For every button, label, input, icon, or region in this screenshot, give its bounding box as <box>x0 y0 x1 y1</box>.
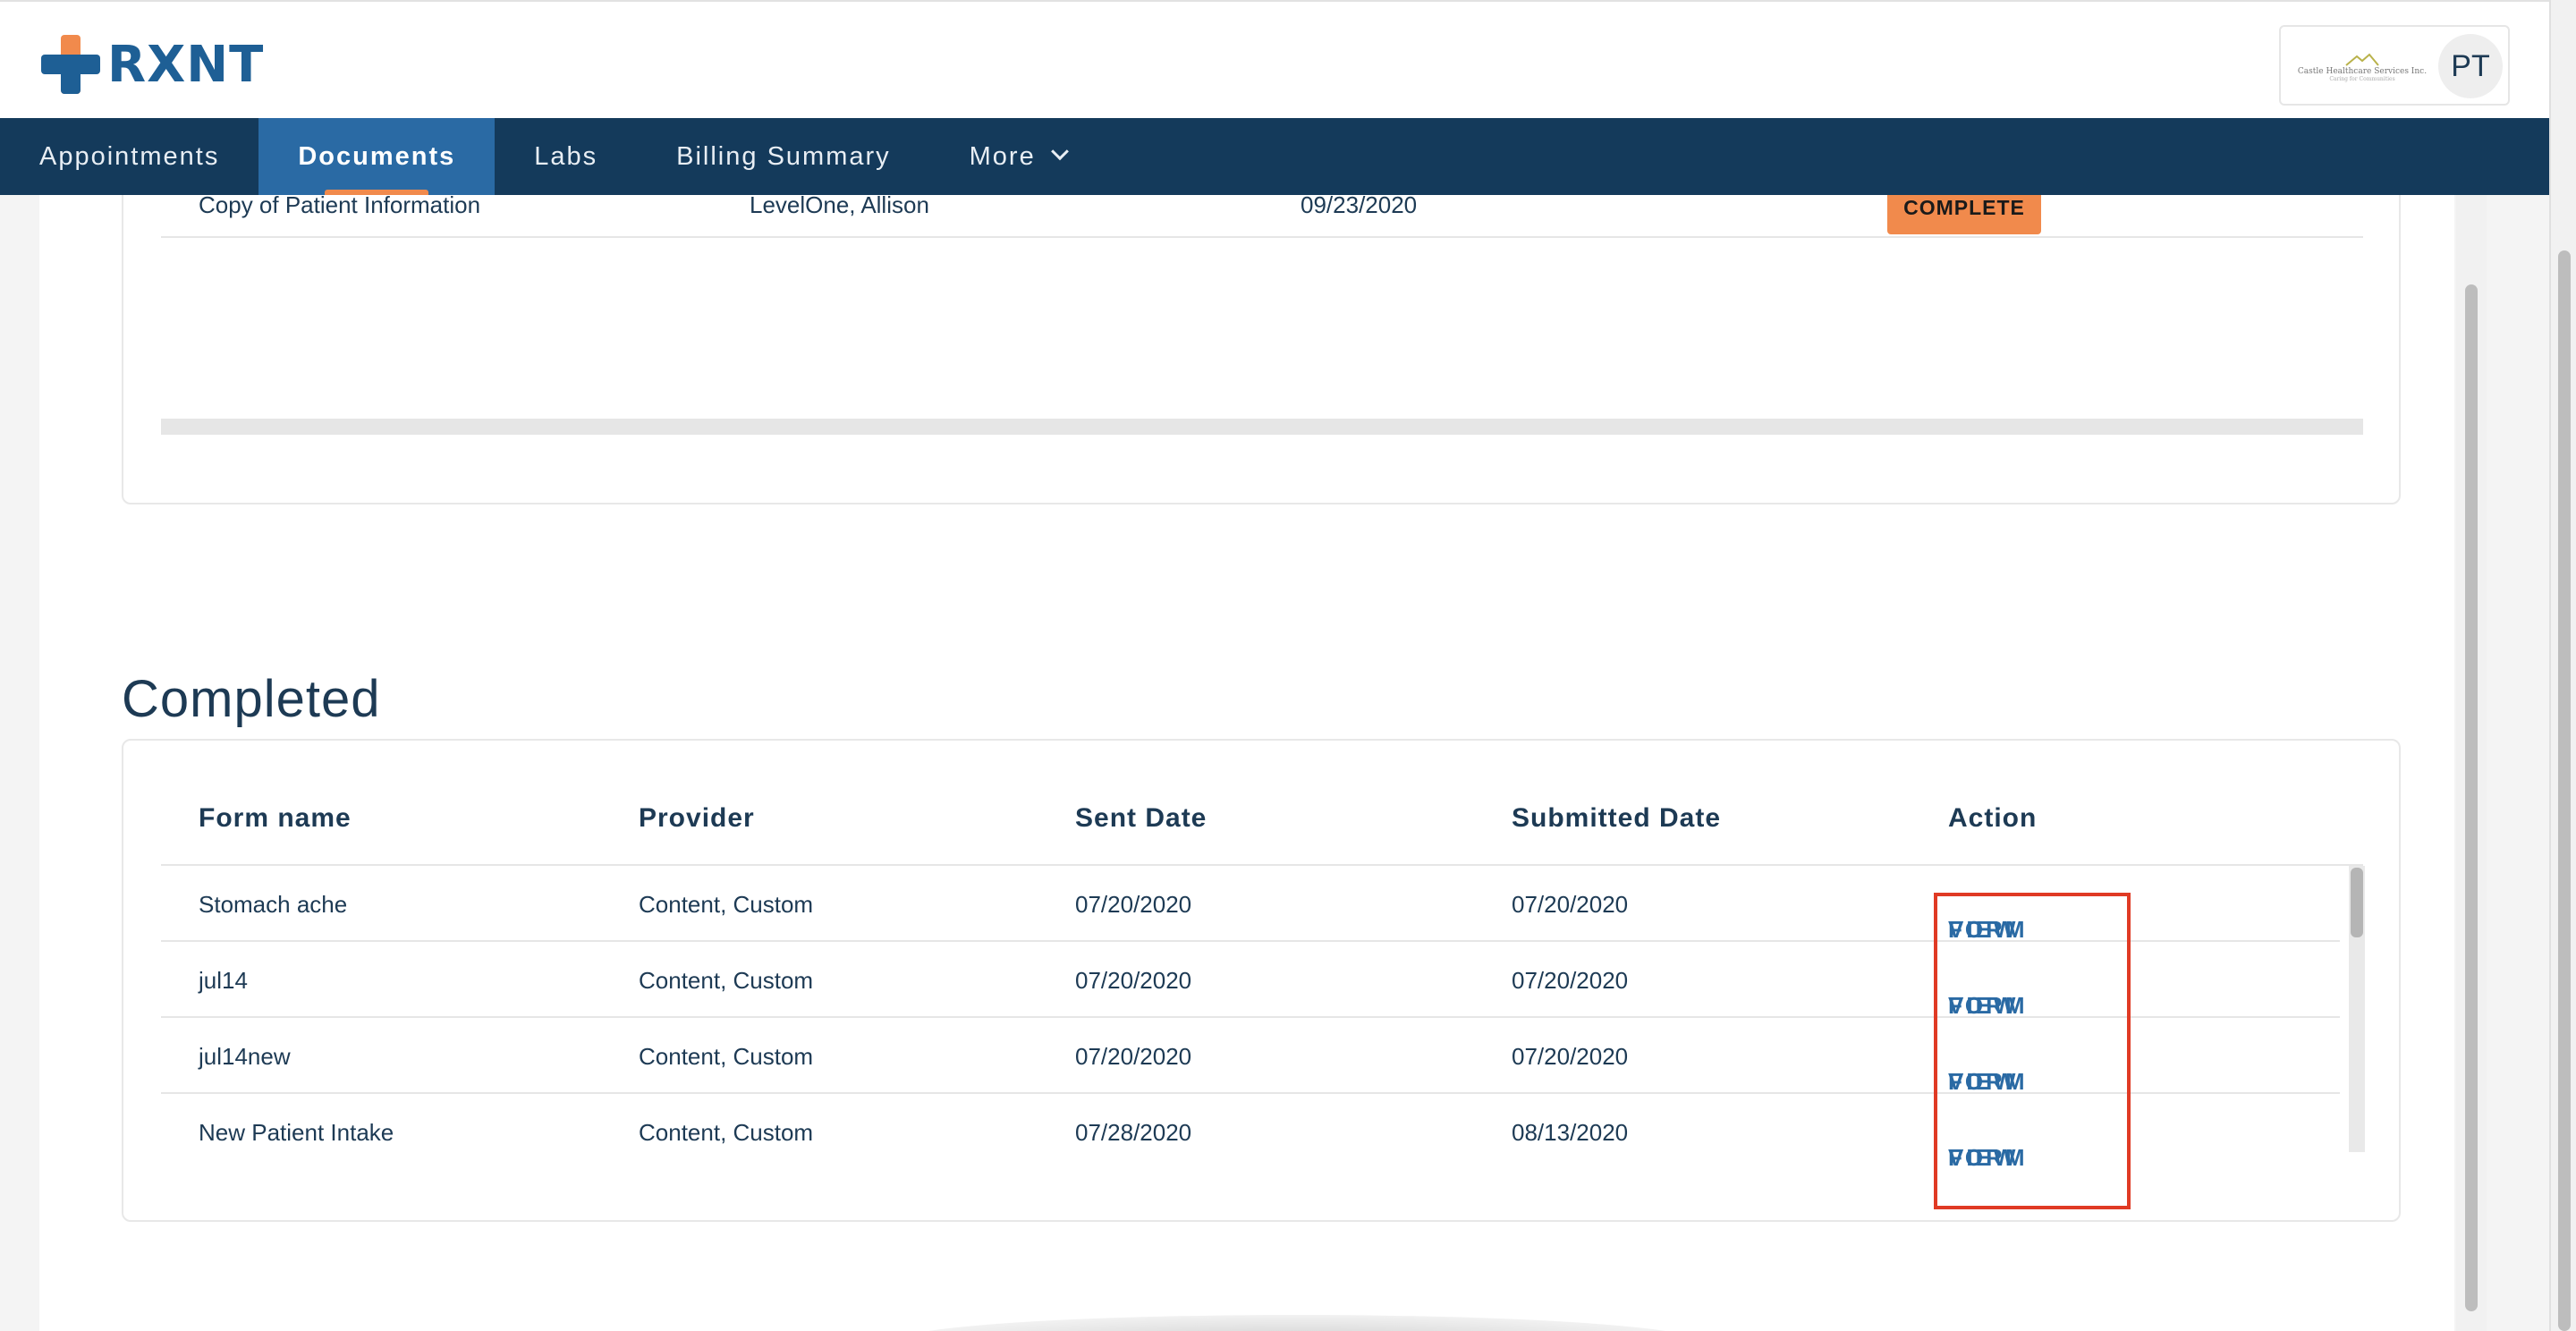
column-header-submitted-date: Submitted Date <box>1512 803 1722 833</box>
column-header-form-name: Form name <box>199 803 352 833</box>
chevron-down-icon <box>1050 142 1069 161</box>
horizontal-scrollbar[interactable] <box>161 419 2363 435</box>
scrollbar-thumb[interactable] <box>2465 284 2478 1311</box>
column-header-provider: Provider <box>639 803 755 833</box>
provider-cell: Content, Custom <box>639 1043 814 1070</box>
provider-cell: Content, Custom <box>639 891 814 918</box>
window-scrollbar[interactable] <box>2549 0 2576 1331</box>
clinic-roof-icon <box>2345 53 2379 66</box>
submitted-date-cell: 07/20/2020 <box>1512 1043 1629 1070</box>
section-title-completed: Completed <box>122 670 381 728</box>
sent-date-cell: 07/20/2020 <box>1075 1043 1192 1070</box>
clinic-logo: Castle Healthcare Services Inc. Caring f… <box>2295 45 2429 89</box>
medical-cross-icon <box>41 35 100 94</box>
form-name-cell: Stomach ache <box>199 891 348 918</box>
sent-date-cell: 09/23/2020 <box>1301 195 1418 218</box>
column-header-action: Action <box>1948 803 2038 833</box>
scrollbar-thumb[interactable] <box>2558 250 2571 1331</box>
sent-date-cell: 07/20/2020 <box>1075 891 1192 918</box>
brand-name: RXNT <box>107 35 265 94</box>
table-header: Form name Provider Sent Date Submitted D… <box>161 803 2363 866</box>
table-row: Copy of Patient Information LevelOne, Al… <box>161 195 2363 238</box>
complete-button[interactable]: COMPLETE <box>1887 195 2041 234</box>
pending-forms-card: Copy of Patient Information LevelOne, Al… <box>122 195 2401 504</box>
main-nav: Appointments Documents Labs Billing Summ… <box>0 118 2549 195</box>
provider-cell: Content, Custom <box>639 1119 814 1146</box>
scrollbar-thumb[interactable] <box>2351 868 2363 937</box>
submitted-date-cell: 08/13/2020 <box>1512 1119 1629 1146</box>
nav-item-label: Labs <box>534 141 598 171</box>
main-content: Copy of Patient Information LevelOne, Al… <box>39 195 2454 1331</box>
provider-cell: Content, Custom <box>639 967 814 994</box>
completed-forms-card: Form name Provider Sent Date Submitted D… <box>122 739 2401 1222</box>
nav-item-billing-summary[interactable]: Billing Summary <box>637 118 930 195</box>
nav-item-label: Documents <box>298 141 456 171</box>
table-vertical-scrollbar[interactable] <box>2349 866 2365 1152</box>
rxnt-logo[interactable]: RXNT <box>41 34 264 95</box>
clinic-name: Castle Healthcare Services Inc. <box>2297 66 2428 76</box>
form-name-cell: jul14 <box>199 967 248 994</box>
nav-item-label: More <box>969 141 1036 171</box>
form-name-cell: New Patient Intake <box>199 1119 394 1146</box>
nav-item-label: Appointments <box>39 141 220 171</box>
nav-item-documents[interactable]: Documents <box>258 118 496 195</box>
submitted-date-cell: 07/20/2020 <box>1512 967 1629 994</box>
action-column-highlight <box>1934 893 2131 1209</box>
sent-date-cell: 07/28/2020 <box>1075 1119 1192 1146</box>
nav-item-appointments[interactable]: Appointments <box>0 118 258 195</box>
provider-cell: LevelOne, Allison <box>750 195 929 218</box>
nav-item-more[interactable]: More <box>930 118 1106 195</box>
app-header: RXNT Castle Healthcare Services Inc. Car… <box>0 0 2549 118</box>
sent-date-cell: 07/20/2020 <box>1075 967 1192 994</box>
avatar[interactable]: PT <box>2438 34 2503 98</box>
form-name-cell: jul14new <box>199 1043 291 1070</box>
profile-menu[interactable]: Castle Healthcare Services Inc. Caring f… <box>2279 25 2510 106</box>
column-header-sent-date: Sent Date <box>1075 803 1208 833</box>
content-scrollbar[interactable] <box>2456 195 2487 1331</box>
submitted-date-cell: 07/20/2020 <box>1512 891 1629 918</box>
form-name-cell: Copy of Patient Information <box>199 195 481 218</box>
nav-item-label: Billing Summary <box>676 141 891 171</box>
clinic-tagline: Caring for Communities <box>2329 75 2395 82</box>
nav-item-labs[interactable]: Labs <box>495 118 637 195</box>
